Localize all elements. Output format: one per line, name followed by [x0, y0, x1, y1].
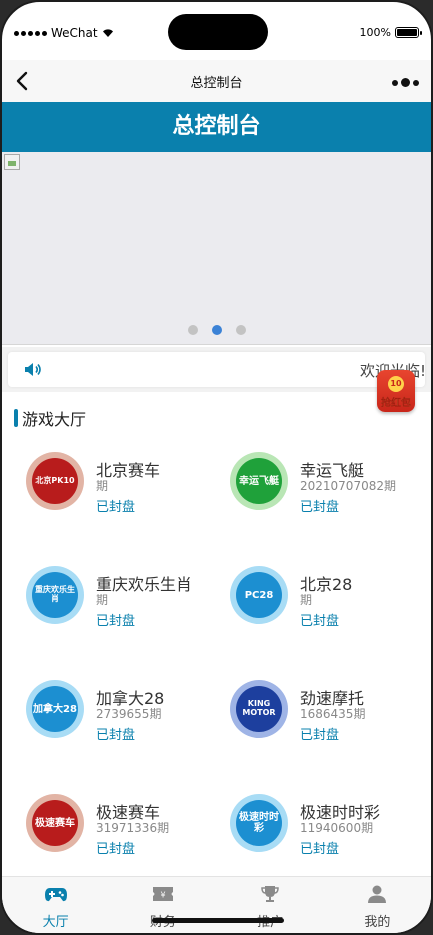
game-logo: PC28 — [230, 566, 288, 624]
section-title: 游戏大厅 — [22, 410, 87, 429]
carousel-dot[interactable] — [187, 325, 198, 335]
game-status: 已封盘 — [96, 728, 136, 743]
game-logo-text: 加拿大28 — [32, 686, 78, 732]
game-logo: 极速赛车 — [26, 794, 84, 852]
game-period: 期 — [96, 479, 109, 493]
status-bar: WeChat 100% — [2, 2, 431, 60]
section-header: 游戏大厅 — [14, 406, 86, 430]
game-status: 已封盘 — [300, 500, 340, 515]
notice-bar[interactable]: 欢迎光临! — [8, 352, 425, 387]
game-card[interactable]: 幸运飞艇 幸运飞艇 20210707082期 已封盘 — [208, 442, 408, 542]
battery-icon — [395, 27, 422, 38]
game-logo-text: 幸运飞艇 — [236, 458, 282, 504]
game-period: 期 — [96, 593, 109, 607]
game-logo: 极速时时彩 — [230, 794, 288, 852]
tab-mine[interactable]: 我的 — [324, 877, 431, 933]
game-logo: KING MOTOR — [230, 680, 288, 738]
game-logo-text: KING MOTOR — [236, 686, 282, 732]
game-logo: 北京PK10 — [26, 452, 84, 510]
wifi-icon — [102, 29, 113, 37]
signal-icon — [14, 30, 47, 36]
game-status: 已封盘 — [300, 728, 340, 743]
battery-percent: 100% — [359, 26, 391, 39]
game-card[interactable]: PC28 北京28 期 已封盘 — [208, 556, 408, 656]
game-status: 已封盘 — [300, 614, 340, 629]
tab-promotion[interactable]: 推广 — [217, 877, 324, 933]
camera-notch — [168, 14, 268, 50]
tab-label: 我的 — [364, 915, 391, 930]
game-logo-text: 极速时时彩 — [236, 800, 282, 846]
tab-lobby[interactable]: 大厅 — [2, 877, 109, 933]
page-title: 总控制台 — [2, 102, 431, 152]
carousel-dot[interactable] — [211, 325, 222, 335]
game-status: 已封盘 — [96, 500, 136, 515]
more-icon[interactable] — [392, 78, 419, 87]
game-card[interactable]: 重庆欢乐生肖 重庆欢乐生肖 期 已封盘 — [4, 556, 204, 656]
game-logo: 幸运飞艇 — [230, 452, 288, 510]
game-period: 2739655期 — [96, 707, 162, 721]
game-status: 已封盘 — [96, 842, 136, 857]
svg-text:¥: ¥ — [160, 891, 165, 900]
coin-icon: 10 — [388, 376, 404, 392]
carrier-label: WeChat — [51, 26, 98, 40]
phone-frame: WeChat 100% 总控制台 总控制台 欢迎光临! 10 抢红包 游戏大厅 — [0, 0, 433, 935]
game-logo-text: 重庆欢乐生肖 — [32, 572, 78, 618]
nav-title: 总控制台 — [190, 76, 243, 91]
gamepad-icon — [44, 888, 67, 902]
game-logo: 重庆欢乐生肖 — [26, 566, 84, 624]
user-icon — [368, 885, 387, 903]
tab-finance[interactable]: ¥ 财务 — [109, 877, 216, 933]
game-logo-text: 北京PK10 — [32, 458, 78, 504]
game-status: 已封盘 — [96, 614, 136, 629]
red-packet-label: 抢红包 — [381, 398, 411, 409]
game-card[interactable]: 加拿大28 加拿大28 2739655期 已封盘 — [4, 670, 204, 770]
game-card[interactable]: 极速时时彩 极速时时彩 11940600期 已封盘 — [208, 784, 408, 884]
banner-image — [4, 154, 20, 170]
game-logo-text: PC28 — [236, 572, 282, 618]
speaker-icon — [25, 363, 41, 376]
trophy-icon — [261, 886, 279, 902]
ticket-icon: ¥ — [152, 887, 173, 901]
carousel-indicators — [2, 325, 431, 335]
nav-bar: 总控制台 — [2, 60, 431, 102]
section-accent-bar — [14, 409, 18, 427]
banner-carousel[interactable] — [2, 152, 431, 345]
game-period: 20210707082期 — [300, 479, 396, 493]
game-status: 已封盘 — [300, 842, 340, 857]
carousel-dot[interactable] — [235, 325, 246, 335]
game-logo: 加拿大28 — [26, 680, 84, 738]
game-card[interactable]: KING MOTOR 劲速摩托 1686435期 已封盘 — [208, 670, 408, 770]
battery-info: 100% — [359, 26, 422, 39]
game-period: 11940600期 — [300, 821, 374, 835]
tab-bar: 大厅 ¥ 财务 推广 我的 — [2, 876, 431, 933]
carrier-info: WeChat — [14, 26, 114, 40]
red-packet-button[interactable]: 10 抢红包 — [377, 370, 415, 412]
game-card[interactable]: 北京PK10 北京赛车 期 已封盘 — [4, 442, 204, 542]
game-logo-text: 极速赛车 — [32, 800, 78, 846]
game-card[interactable]: 极速赛车 极速赛车 31971336期 已封盘 — [4, 784, 204, 884]
game-name: 重庆欢乐生肖 — [96, 575, 193, 594]
game-period: 期 — [300, 593, 313, 607]
game-period: 31971336期 — [96, 821, 170, 835]
tab-label: 大厅 — [42, 915, 69, 930]
game-period: 1686435期 — [300, 707, 366, 721]
home-indicator — [152, 918, 284, 923]
